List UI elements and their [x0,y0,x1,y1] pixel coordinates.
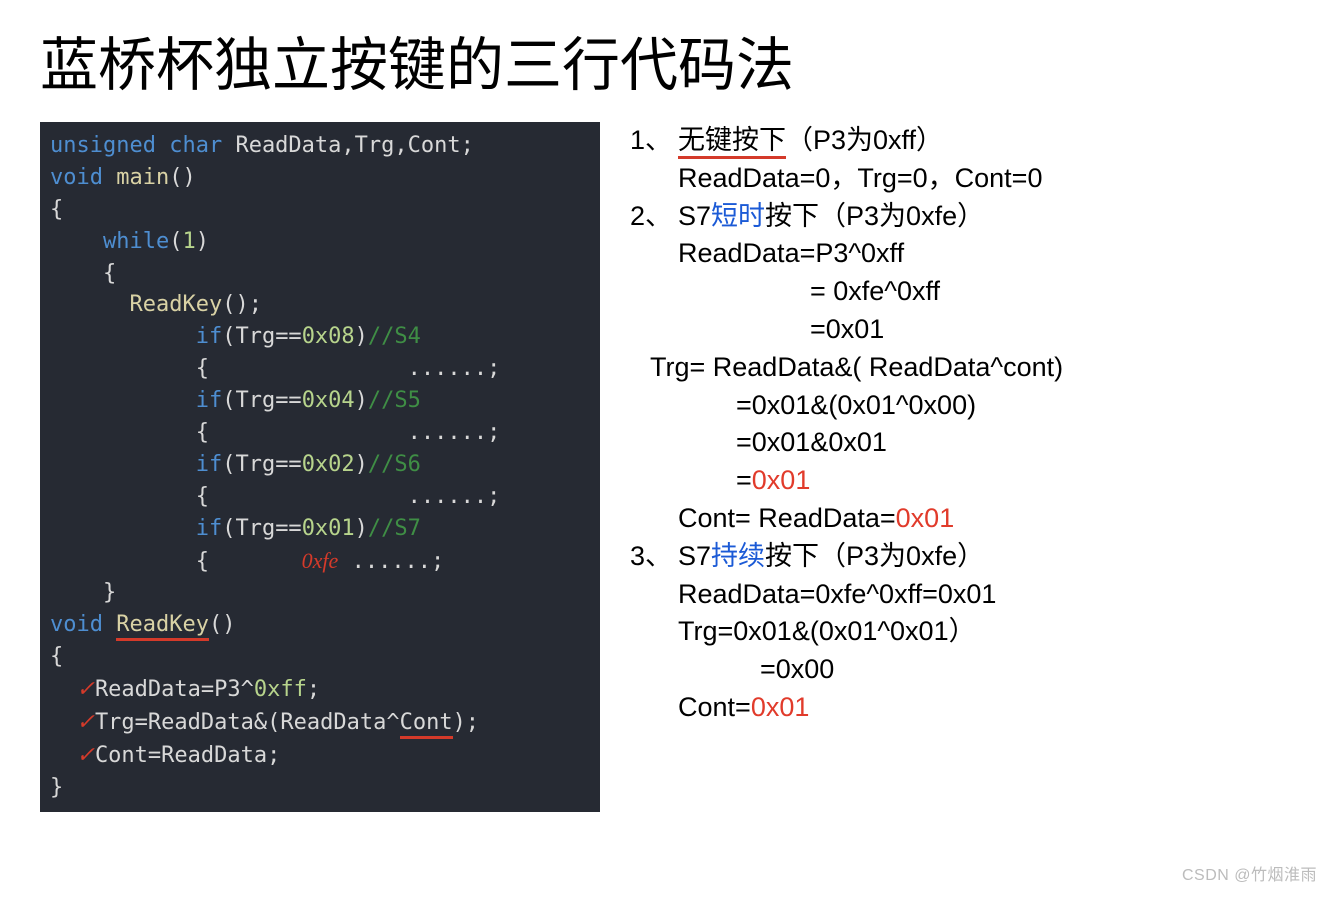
n2-rd3: =0x01 [630,311,1310,349]
decl-vars: ReadData,Trg,Cont; [222,133,474,158]
n2-c: 按下（P3为0xfe） [765,201,984,231]
n2-b: 短时 [711,201,765,231]
n2-a: S7 [678,201,711,231]
hex-04: 0x04 [302,388,355,413]
n3-cont-a: Cont= [678,692,751,722]
cmt-s6: //S6 [368,452,421,477]
n2-trg4a: = [736,465,752,495]
kw-char: char [169,133,222,158]
n3-b: 持续 [711,541,765,571]
kw-unsigned: unsigned [50,133,156,158]
page-title: 蓝桥杯独立按键的三行代码法 [0,0,1337,112]
watermark: CSDN @竹烟淮雨 [1182,861,1317,885]
n1-line: ReadData=0，Trg=0，Cont=0 [630,160,1310,198]
n3-trg2: =0x00 [630,651,1310,689]
trg-eq: Trg== [235,324,301,349]
body-2: Trg=ReadData&(ReadData^Cont); [95,710,479,739]
n3-idx: 3、 [630,538,678,576]
n1-idx: 1、 [630,122,678,160]
cmt-s7: //S7 [368,516,421,541]
hex-01: 0x01 [302,516,355,541]
num-one: 1 [182,229,195,254]
n2-cont-a: Cont= ReadData= [678,503,896,533]
n2-rd: ReadData=P3^0xff [630,235,1310,273]
main-content: unsigned char ReadData,Trg,Cont; void ma… [0,112,1337,812]
n3-trg: Trg=0x01&(0x01^0x01） [630,613,1310,651]
n3-c: 按下（P3为0xfe） [765,541,984,571]
n2-cont-b: 0x01 [896,503,955,533]
hex-02: 0x02 [302,452,355,477]
kw-void: void [50,165,103,190]
hex-08: 0x08 [302,324,355,349]
dots: ......; [408,356,501,381]
fn-readkey-call: ReadKey [129,292,222,317]
n1-title-b: （P3为0xff） [786,125,943,155]
fn-readkey: ReadKey [116,612,209,641]
fn-main: main [116,165,169,190]
cmt-s5: //S5 [368,388,421,413]
cmt-s4: //S4 [368,324,421,349]
n1-title-a: 无键按下 [678,125,786,159]
n2-trg3: =0x01&0x01 [630,424,1310,462]
code-block: unsigned char ReadData,Trg,Cont; void ma… [40,122,600,812]
notes: 1、 无键按下（P3为0xff） ReadData=0，Trg=0，Cont=0… [630,122,1310,812]
n3-a: S7 [678,541,711,571]
body-1: ReadData=P3^ [95,677,254,702]
n2-rd2: = 0xfe^0xff [630,273,1310,311]
kw-while: while [103,229,169,254]
n3-rd: ReadData=0xfe^0xff=0x01 [630,576,1310,614]
n2-idx: 2、 [630,198,678,236]
n2-trg: Trg= ReadData&( ReadData^cont) [630,349,1310,387]
n3-cont-b: 0x01 [751,692,810,722]
n2-trg4b: 0x01 [752,465,811,495]
n2-trg2: =0x01&(0x01^0x00) [630,387,1310,425]
annotation-oxfe: 0xfe [302,548,339,573]
body-3: Cont=ReadData; [95,743,280,768]
